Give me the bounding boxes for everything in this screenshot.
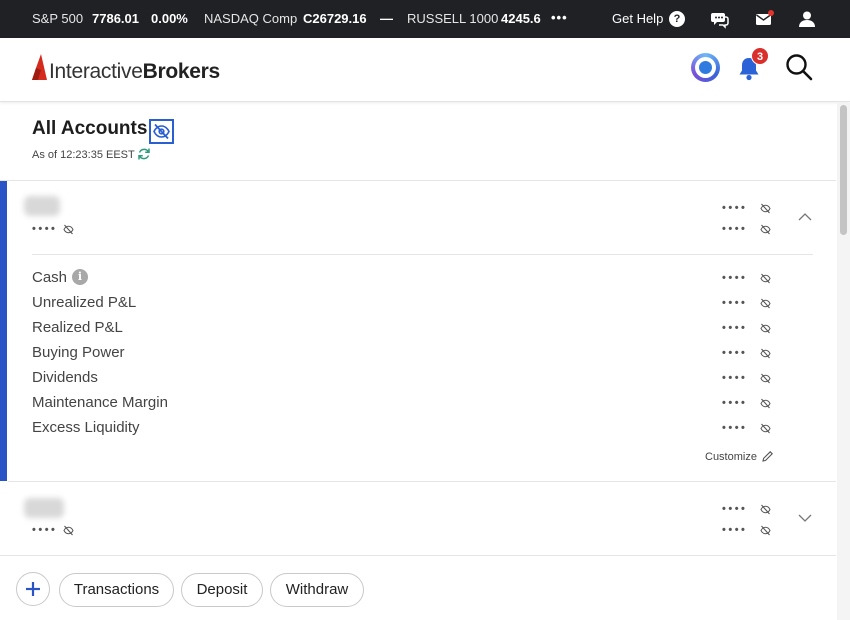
transactions-button[interactable]: Transactions bbox=[59, 573, 174, 607]
account-change-masked: •••• bbox=[722, 524, 748, 536]
row-label-cash: Cash bbox=[32, 269, 68, 286]
add-button[interactable] bbox=[16, 572, 50, 606]
row-value-masked: •••• bbox=[722, 322, 748, 334]
info-icon[interactable]: i bbox=[72, 269, 88, 285]
hidden-value-icon bbox=[760, 224, 771, 235]
account-name-redacted bbox=[24, 498, 64, 518]
hidden-value-icon bbox=[760, 348, 771, 359]
assistant-dot bbox=[699, 61, 712, 74]
account-name-redacted bbox=[24, 196, 60, 216]
divider bbox=[0, 180, 836, 181]
hidden-value-icon bbox=[760, 203, 771, 214]
privacy-toggle-button[interactable] bbox=[149, 119, 174, 144]
hidden-value-icon bbox=[760, 423, 771, 434]
chevron-up-icon[interactable] bbox=[798, 213, 812, 221]
chevron-down-icon[interactable] bbox=[798, 514, 812, 522]
hidden-value-icon bbox=[760, 398, 771, 409]
row-label-excess-liquidity: Excess Liquidity bbox=[32, 419, 140, 436]
selected-account-indicator bbox=[0, 181, 7, 481]
account-value-masked: •••• bbox=[722, 202, 748, 214]
hidden-value-icon bbox=[760, 323, 771, 334]
ticker-more-button[interactable]: ••• bbox=[551, 10, 568, 25]
row-label-realized-pnl: Realized P&L bbox=[32, 319, 123, 336]
hidden-value-icon bbox=[760, 298, 771, 309]
mail-icon[interactable] bbox=[754, 9, 774, 29]
ticker-change: — bbox=[380, 11, 393, 26]
as-of-timestamp: As of 12:23:35 EEST bbox=[32, 149, 135, 161]
help-icon[interactable]: ? bbox=[669, 11, 685, 27]
hidden-value-icon bbox=[760, 273, 771, 284]
ticker-value: 7786.01 bbox=[92, 11, 139, 26]
withdraw-button[interactable]: Withdraw bbox=[270, 573, 364, 607]
ticker-name: S&P 500 bbox=[32, 11, 84, 26]
hidden-value-icon bbox=[63, 224, 74, 235]
divider bbox=[32, 254, 813, 255]
ticker-name: RUSSELL 1000 bbox=[407, 11, 499, 26]
pencil-icon[interactable] bbox=[761, 450, 774, 463]
row-label-dividends: Dividends bbox=[32, 369, 98, 386]
refresh-icon[interactable] bbox=[137, 147, 151, 161]
deposit-button[interactable]: Deposit bbox=[181, 573, 263, 607]
search-icon[interactable] bbox=[785, 53, 813, 81]
row-value-masked: •••• bbox=[722, 422, 748, 434]
page-title: All Accounts bbox=[32, 118, 148, 139]
row-value-masked: •••• bbox=[722, 372, 748, 384]
customize-link[interactable]: Customize bbox=[705, 451, 757, 463]
logo-wordmark[interactable]: InteractiveBrokers bbox=[49, 60, 220, 84]
row-value-masked: •••• bbox=[722, 397, 748, 409]
ticker-name: NASDAQ Comp bbox=[204, 11, 298, 26]
interactive-brokers-logo-icon bbox=[32, 54, 47, 80]
account-id-masked: •••• bbox=[32, 524, 58, 536]
plus-icon bbox=[26, 582, 40, 596]
account-id-masked: •••• bbox=[32, 223, 58, 235]
account-value-masked: •••• bbox=[722, 503, 748, 515]
ticker-value: C26729.16 bbox=[303, 11, 367, 26]
row-label-unrealized-pnl: Unrealized P&L bbox=[32, 294, 137, 311]
hidden-value-icon bbox=[760, 525, 771, 536]
ticker-change: 0.00% bbox=[151, 11, 188, 26]
row-label-buying-power: Buying Power bbox=[32, 344, 125, 361]
logo-light-text: Interactive bbox=[49, 60, 143, 83]
row-value-masked: •••• bbox=[722, 272, 748, 284]
user-icon[interactable] bbox=[797, 9, 817, 29]
chat-icon[interactable] bbox=[710, 9, 730, 29]
ticker-value: 4245.6 bbox=[501, 11, 541, 26]
divider bbox=[8, 481, 836, 482]
row-label-maintenance-margin: Maintenance Margin bbox=[32, 394, 168, 411]
hidden-value-icon bbox=[63, 525, 74, 536]
logo-bold-text: Brokers bbox=[142, 60, 221, 83]
hidden-value-icon bbox=[760, 504, 771, 515]
notification-count-badge: 3 bbox=[751, 47, 769, 65]
account-change-masked: •••• bbox=[722, 223, 748, 235]
eye-off-icon bbox=[153, 123, 170, 140]
scrollbar-thumb[interactable] bbox=[840, 105, 847, 235]
row-value-masked: •••• bbox=[722, 297, 748, 309]
row-value-masked: •••• bbox=[722, 347, 748, 359]
get-help-link[interactable]: Get Help bbox=[612, 11, 663, 26]
hidden-value-icon bbox=[760, 373, 771, 384]
